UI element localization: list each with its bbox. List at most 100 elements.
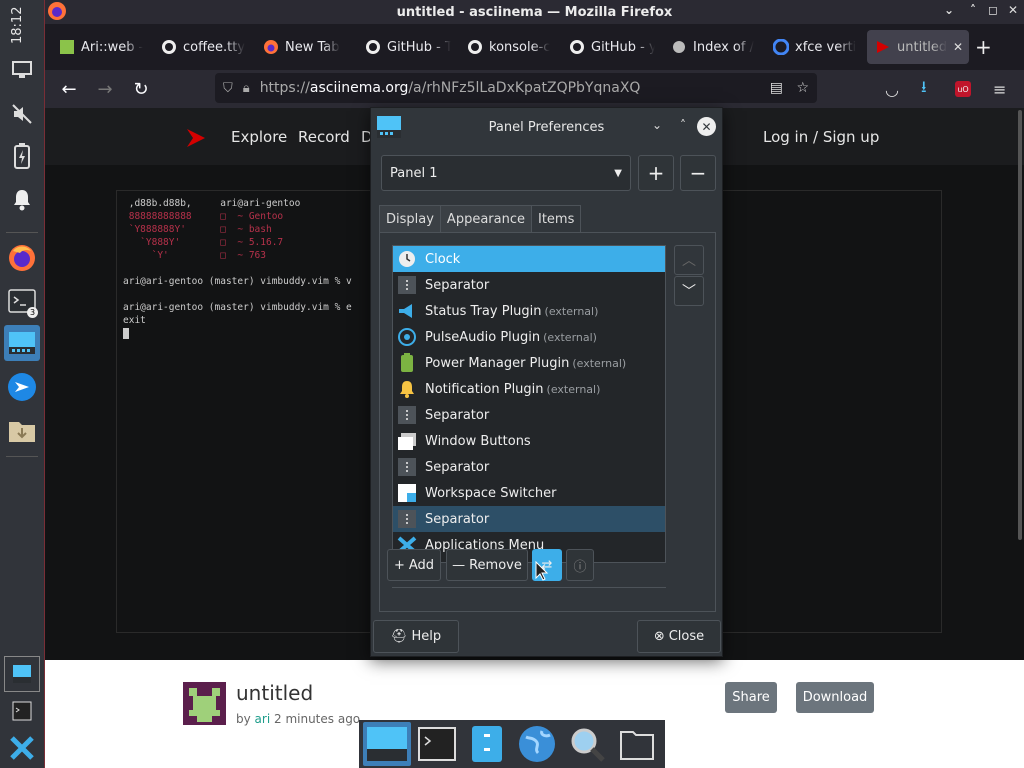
back-icon[interactable]: ← <box>51 79 87 100</box>
dock-web-browser-icon[interactable] <box>513 722 561 766</box>
dialog-titlebar: Panel Preferences ⌄ ˄ ✕ <box>371 108 722 146</box>
reader-view-icon[interactable]: ▤ <box>770 80 783 96</box>
move-down-button[interactable]: ﹀ <box>674 276 704 306</box>
tab-index-of[interactable]: Index of / <box>663 30 765 64</box>
workspace-switcher-icon <box>397 483 417 503</box>
pocket-icon[interactable]: ◡ <box>885 80 899 99</box>
bookmark-star-icon[interactable]: ☆ <box>796 80 809 96</box>
app-finder-icon[interactable] <box>4 369 40 405</box>
item-name: Separator <box>425 459 490 475</box>
login-link[interactable]: Log in / Sign up <box>763 128 879 146</box>
lock-icon[interactable]: 🔒︎ <box>243 81 250 96</box>
author-link[interactable]: ari <box>255 712 271 726</box>
close-button[interactable]: ⊗ Close <box>637 620 721 653</box>
panel-clock[interactable]: 18:12 <box>10 4 34 46</box>
list-item[interactable]: Status Tray Plugin (external) <box>393 298 665 324</box>
list-item[interactable]: Power Manager Plugin (external) <box>393 350 665 376</box>
battery-icon[interactable] <box>4 138 40 174</box>
move-up-button[interactable]: ︿ <box>674 245 704 275</box>
forward-icon[interactable]: → <box>87 79 123 100</box>
new-tab-icon[interactable]: + <box>975 35 992 59</box>
list-item[interactable]: Clock <box>393 246 665 272</box>
minimize-icon[interactable]: ˄ <box>970 3 976 17</box>
tab-bar: Ari::web - coffee.tty New Tab GitHub - T… <box>45 24 1024 70</box>
bell-icon[interactable] <box>4 182 40 218</box>
dock-file-manager-icon[interactable] <box>463 722 511 766</box>
reload-icon[interactable]: ↻ <box>123 79 159 100</box>
chevron-up-icon[interactable]: ˄ <box>680 118 686 132</box>
tab-xfce-verti[interactable]: xfce verti <box>765 30 867 64</box>
shield-icon[interactable]: ⛉ <box>223 81 233 96</box>
dock-folder-icon[interactable] <box>613 722 661 766</box>
close-dialog-icon[interactable]: ✕ <box>697 117 716 136</box>
tab-appearance[interactable]: Appearance <box>439 205 532 233</box>
page-scrollbar[interactable] <box>1018 110 1022 540</box>
nav-record[interactable]: Record <box>298 128 350 146</box>
tab-konsole[interactable]: konsole-c <box>459 30 561 64</box>
taskbar-panel-prefs-icon[interactable] <box>4 656 40 692</box>
terminal-launcher-icon[interactable]: 3 <box>4 283 40 319</box>
avatar[interactable] <box>183 682 226 725</box>
close-tab-icon[interactable]: ✕ <box>953 40 963 54</box>
terminal-badge: 3 <box>27 307 38 318</box>
download-button[interactable]: Download <box>796 682 874 713</box>
menu-icon[interactable]: ≡ <box>993 80 1006 99</box>
status-tray-plugin-icon <box>397 301 417 321</box>
tab-untitled[interactable]: untitled ✕ <box>867 30 969 64</box>
taskbar-terminal-icon[interactable] <box>4 693 40 729</box>
list-item[interactable]: Notification Plugin (external) <box>393 376 665 402</box>
list-item[interactable]: Separator <box>393 454 665 480</box>
dock-search-icon[interactable] <box>563 722 611 766</box>
item-name: Workspace Switcher <box>425 485 557 501</box>
downloads-folder-icon[interactable] <box>4 412 40 448</box>
whisker-menu-icon[interactable] <box>4 730 40 766</box>
about-item-button[interactable]: ⓘ <box>566 549 594 581</box>
list-item[interactable]: Workspace Switcher <box>393 480 665 506</box>
remove-item-button[interactable]: — Remove <box>446 549 528 581</box>
separator-icon <box>397 405 417 425</box>
add-item-button[interactable]: + Add <box>387 549 441 581</box>
item-name: Separator <box>425 511 490 527</box>
maximize-icon[interactable]: ◻ <box>988 3 998 17</box>
add-panel-button[interactable]: + <box>638 155 674 191</box>
chevron-down-icon[interactable]: ⌄ <box>944 3 954 17</box>
dialog-tabs: Display Appearance Items <box>379 205 582 233</box>
ublock-icon[interactable]: uO <box>955 81 971 97</box>
download-icon[interactable]: ⭳ <box>921 76 927 103</box>
tab-new-tab[interactable]: New Tab <box>255 30 357 64</box>
list-item[interactable]: Window Buttons <box>393 428 665 454</box>
share-button[interactable]: Share <box>725 682 777 713</box>
items-list[interactable]: Clock Separator Status Tray Plugin (externa… <box>392 245 666 563</box>
tab-items[interactable]: Items <box>530 205 582 233</box>
volume-muted-icon[interactable] <box>4 96 40 132</box>
list-item[interactable]: Separator <box>393 506 665 532</box>
tab-ari-web[interactable]: Ari::web - <box>51 30 153 64</box>
panel-select[interactable]: Panel 1 ▼ <box>381 155 631 191</box>
tab-coffee[interactable]: coffee.tty <box>153 30 255 64</box>
tab-display[interactable]: Display <box>379 205 441 233</box>
separator-line <box>392 587 666 588</box>
nav-bar: ← → ↻ ⛉ 🔒︎ https://asciinema.org/a/rhNFz… <box>45 70 1024 108</box>
panel-prefs-launcher-icon[interactable] <box>4 325 40 361</box>
url-bar[interactable]: ⛉ 🔒︎ https://asciinema.org/a/rhNFz5lLaDx… <box>215 73 817 103</box>
tab-github-t[interactable]: GitHub - T <box>357 30 459 64</box>
nav-explore[interactable]: Explore <box>231 128 287 146</box>
terminal-line: ari@ari-gentoo (master) vimbuddy.vim % e <box>123 302 352 313</box>
list-item[interactable]: Separator <box>393 402 665 428</box>
remove-panel-button[interactable]: − <box>680 155 716 191</box>
display-icon[interactable] <box>4 52 40 88</box>
item-external-tag: (external) <box>546 382 601 396</box>
list-item[interactable]: PulseAudio Plugin (external) <box>393 324 665 350</box>
help-button[interactable]: ⛑ Help <box>373 620 459 653</box>
tab-github-y[interactable]: GitHub - y <box>561 30 663 64</box>
dock-panel-prefs-icon[interactable] <box>363 722 411 766</box>
dock-terminal-icon[interactable] <box>413 722 461 766</box>
list-item[interactable]: Separator <box>393 272 665 298</box>
github-icon <box>365 39 381 55</box>
asciinema-logo-icon[interactable] <box>185 128 207 148</box>
close-window-icon[interactable]: ✕ <box>1008 3 1018 17</box>
terminal-line: ,d88b.d88b, ari@ari-gentoo <box>123 198 301 209</box>
chevron-down-icon[interactable]: ⌄ <box>652 118 662 132</box>
firefox-launcher-icon[interactable] <box>4 240 40 276</box>
